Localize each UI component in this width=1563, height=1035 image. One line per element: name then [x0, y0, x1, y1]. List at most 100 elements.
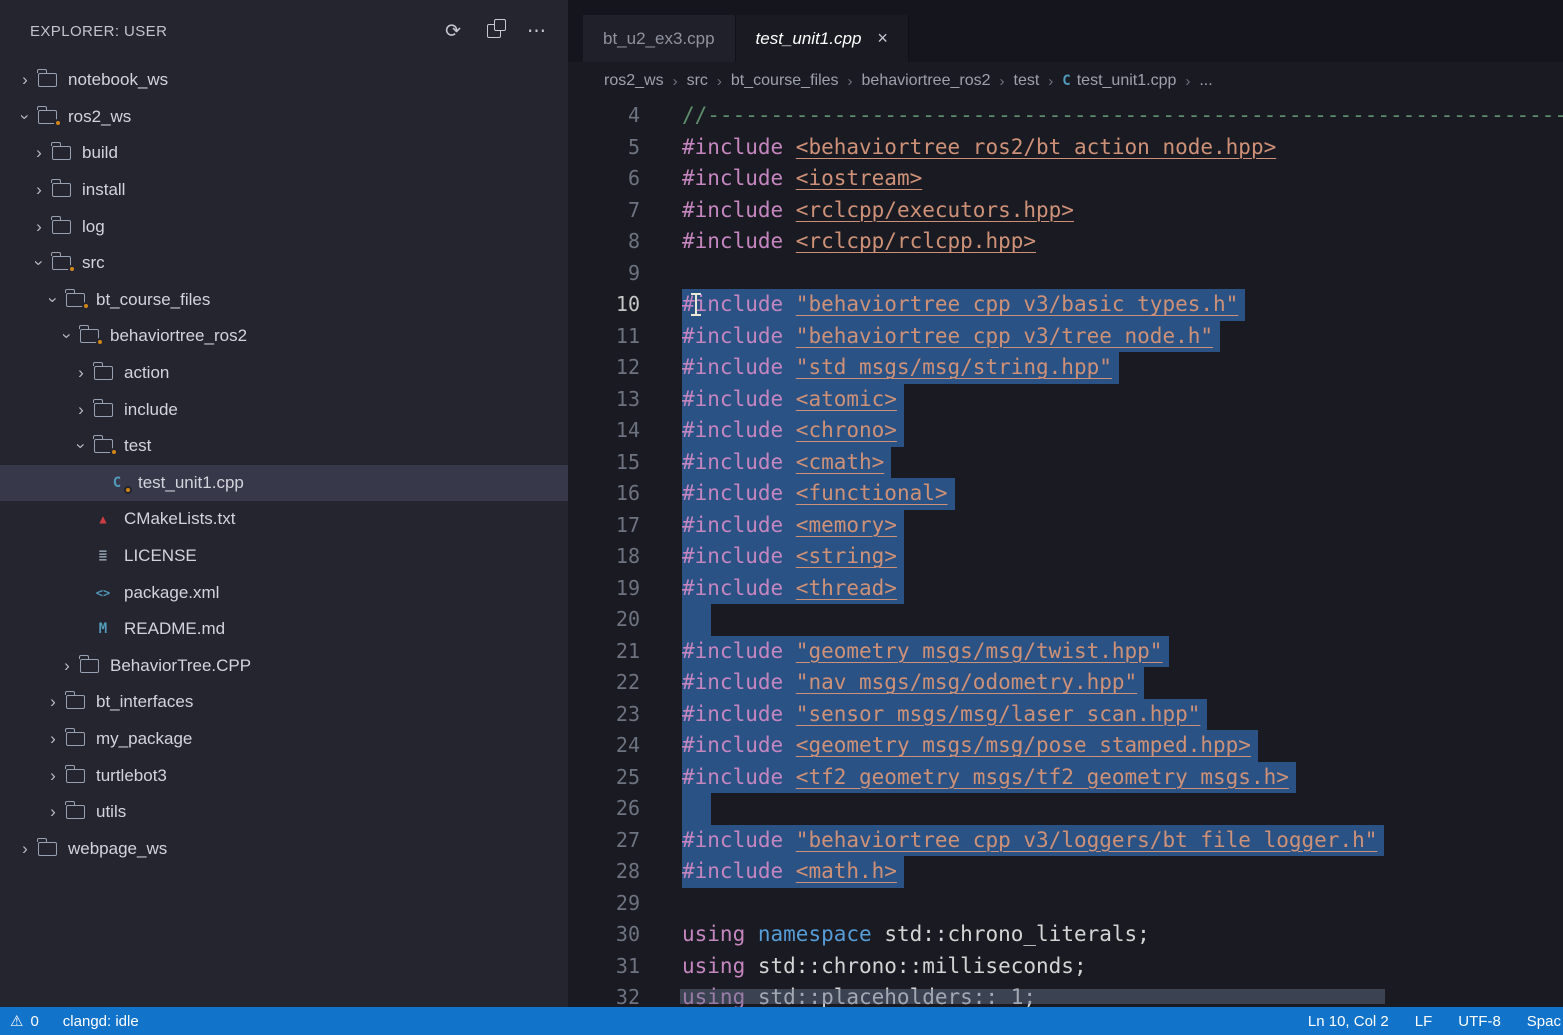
chevron-down-icon[interactable]: › — [29, 252, 49, 274]
chevron-down-icon[interactable]: › — [15, 106, 35, 128]
breadcrumb-item-src[interactable]: src — [687, 72, 708, 90]
chevron-right-icon[interactable]: › — [28, 180, 50, 200]
code-line-content[interactable]: using std::chrono::milliseconds; — [682, 951, 1087, 983]
tree-item-behaviortree_ros2[interactable]: ›behaviortree_ros2 — [0, 318, 568, 355]
chevron-right-icon[interactable]: › — [70, 400, 92, 420]
code-line-content[interactable]: #include "behaviortree_cpp_v3/tree_node.… — [682, 321, 1220, 353]
chevron-right-icon[interactable]: › — [42, 692, 64, 712]
code-line-content[interactable]: #include <geometry_msgs/msg/pose_stamped… — [682, 730, 1258, 762]
code-line-content[interactable]: #include <string> — [682, 541, 904, 573]
code-line-content[interactable]: #include <rclcpp/executors.hpp> — [682, 195, 1074, 227]
tree-item-bt_interfaces[interactable]: ›bt_interfaces — [0, 684, 568, 721]
line-number: 30 — [568, 919, 640, 951]
code-line-content[interactable]: #include "behaviortree_cpp_v3/loggers/bt… — [682, 825, 1384, 857]
new-file-icon[interactable] — [487, 24, 501, 38]
tree-item-test[interactable]: ›test — [0, 428, 568, 465]
close-tab-icon[interactable]: × — [877, 28, 888, 49]
chevron-right-icon[interactable]: › — [70, 363, 92, 383]
code-line-content[interactable]: //--------------------------------------… — [682, 100, 1563, 132]
code-line-content[interactable] — [682, 604, 711, 636]
problems-status[interactable]: ⚠ 0 — [10, 1012, 39, 1030]
breadcrumb-item-test[interactable]: test — [1014, 72, 1040, 90]
tree-item-README.md[interactable]: MREADME.md — [0, 611, 568, 648]
code-line: 11#include "behaviortree_cpp_v3/tree_nod… — [568, 321, 1563, 353]
tree-item-package.xml[interactable]: <>package.xml — [0, 574, 568, 611]
code-line-content[interactable]: #include <cmath> — [682, 447, 891, 479]
breadcrumb-item-behaviortree_ros2[interactable]: behaviortree_ros2 — [862, 72, 991, 90]
horizontal-scrollbar[interactable] — [680, 989, 1385, 1004]
tree-item-CMakeLists.txt[interactable]: ▲CMakeLists.txt — [0, 501, 568, 538]
folder-icon — [92, 403, 114, 417]
tree-item-label: build — [82, 143, 118, 163]
tree-item-webpage_ws[interactable]: ›webpage_ws — [0, 830, 568, 867]
tree-item-test_unit1.cpp[interactable]: Ctest_unit1.cpp — [0, 465, 568, 502]
code-line-content[interactable]: #include <tf2_geometry_msgs/tf2_geometry… — [682, 762, 1296, 794]
chevron-down-icon[interactable]: › — [43, 289, 63, 311]
tree-item-my_package[interactable]: › my_package — [0, 721, 568, 758]
code-line-content[interactable]: #include "geometry_msgs/msg/twist.hpp" — [682, 636, 1169, 668]
code-line-content[interactable]: #include <memory> — [682, 510, 904, 542]
tree-item-include[interactable]: › include — [0, 391, 568, 428]
breadcrumb-label: src — [687, 72, 708, 90]
code-line-content[interactable]: #include <functional> — [682, 478, 955, 510]
code-line-content[interactable] — [682, 793, 711, 825]
code-line-content[interactable]: #include <thread> — [682, 573, 904, 605]
tree-item-utils[interactable]: ›utils — [0, 794, 568, 831]
tree-item-LICENSE[interactable]: ≣LICENSE — [0, 538, 568, 575]
chevron-right-icon[interactable]: › — [42, 802, 64, 822]
code-line: 17#include <memory> — [568, 510, 1563, 542]
tree-item-build[interactable]: › build — [0, 135, 568, 172]
code-line-content[interactable]: #include <behaviortree_ros2/bt_action_no… — [682, 132, 1276, 164]
breadcrumb-item-...[interactable]: ... — [1199, 72, 1212, 90]
code-line-content[interactable]: #include "sensor_msgs/msg/laser_scan.hpp… — [682, 699, 1207, 731]
tab-test_unit1.cpp[interactable]: test_unit1.cpp× — [736, 15, 909, 62]
clangd-status[interactable]: clangd: idle — [63, 1013, 139, 1030]
eol-status[interactable]: LF — [1415, 1013, 1433, 1030]
chevron-right-icon[interactable]: › — [14, 70, 36, 90]
code-line-content[interactable]: #include <chrono> — [682, 415, 904, 447]
breadcrumb-item-test_unit1.cpp[interactable]: Ctest_unit1.cpp — [1062, 72, 1176, 90]
chevron-right-icon[interactable]: › — [14, 839, 36, 859]
tree-item-ros2_ws[interactable]: ›ros2_ws — [0, 99, 568, 136]
indentation-status[interactable]: Spac — [1527, 1013, 1561, 1030]
chevron-right-icon[interactable]: › — [42, 766, 64, 786]
tree-item-notebook_ws[interactable]: ›notebook_ws — [0, 62, 568, 99]
code-line-content[interactable]: #include <rclcpp/rclcpp.hpp> — [682, 226, 1036, 258]
code-line-content[interactable]: #include <iostream> — [682, 163, 922, 195]
folder-icon-shape — [52, 146, 71, 160]
tab-bt_u2_ex3.cpp[interactable]: bt_u2_ex3.cpp — [583, 15, 736, 62]
tree-item-bt_course_files[interactable]: ›bt_course_files — [0, 282, 568, 319]
code-line: 25#include <tf2_geometry_msgs/tf2_geomet… — [568, 762, 1563, 794]
tree-item-turtlebot3[interactable]: ›turtlebot3 — [0, 757, 568, 794]
tree-item-action[interactable]: ›action — [0, 355, 568, 392]
chevron-right-icon[interactable]: › — [28, 217, 50, 237]
code-line-content[interactable]: #include <atomic> — [682, 384, 904, 416]
code-line-content[interactable]: #include "std_msgs/msg/string.hpp" — [682, 352, 1119, 384]
code-line: 29 — [568, 888, 1563, 920]
chevron-right-icon[interactable]: › — [56, 656, 78, 676]
code-line-content[interactable]: using namespace std::chrono_literals; — [682, 919, 1150, 951]
tree-item-label: my_package — [96, 729, 192, 749]
explorer-actions: ⟳ ⋯ — [445, 22, 546, 41]
refresh-icon[interactable]: ⟳ — [445, 22, 461, 41]
breadcrumb-item-ros2_ws[interactable]: ros2_ws — [604, 72, 664, 90]
tree-item-log[interactable]: ›log — [0, 208, 568, 245]
code-line-content[interactable]: #include "nav_msgs/msg/odometry.hpp" — [682, 667, 1144, 699]
tree-item-src[interactable]: ›src — [0, 245, 568, 282]
tree-item-BehaviorTree.CPP[interactable]: ›BehaviorTree.CPP — [0, 648, 568, 685]
tab-bar: bt_u2_ex3.cpptest_unit1.cpp× — [568, 0, 1563, 62]
chevron-right-icon[interactable]: › — [42, 729, 64, 749]
more-actions-icon[interactable]: ⋯ — [527, 22, 546, 41]
code-line-content[interactable]: #include <math.h> — [682, 856, 904, 888]
code-token: #include — [682, 135, 796, 159]
encoding-status[interactable]: UTF-8 — [1458, 1013, 1501, 1030]
tree-item-label: include — [124, 400, 178, 420]
chevron-right-icon[interactable]: › — [28, 143, 50, 163]
tree-item-install[interactable]: ›install — [0, 172, 568, 209]
chevron-down-icon[interactable]: › — [57, 325, 77, 347]
breadcrumb-separator-icon: › — [848, 73, 853, 90]
code-line-content[interactable]: #include "behaviortree_cpp_v3/basic_type… — [682, 289, 1245, 321]
cursor-position-status[interactable]: Ln 10, Col 2 — [1308, 1013, 1389, 1030]
chevron-down-icon[interactable]: › — [71, 435, 91, 457]
breadcrumb-item-bt_course_files[interactable]: bt_course_files — [731, 72, 839, 90]
